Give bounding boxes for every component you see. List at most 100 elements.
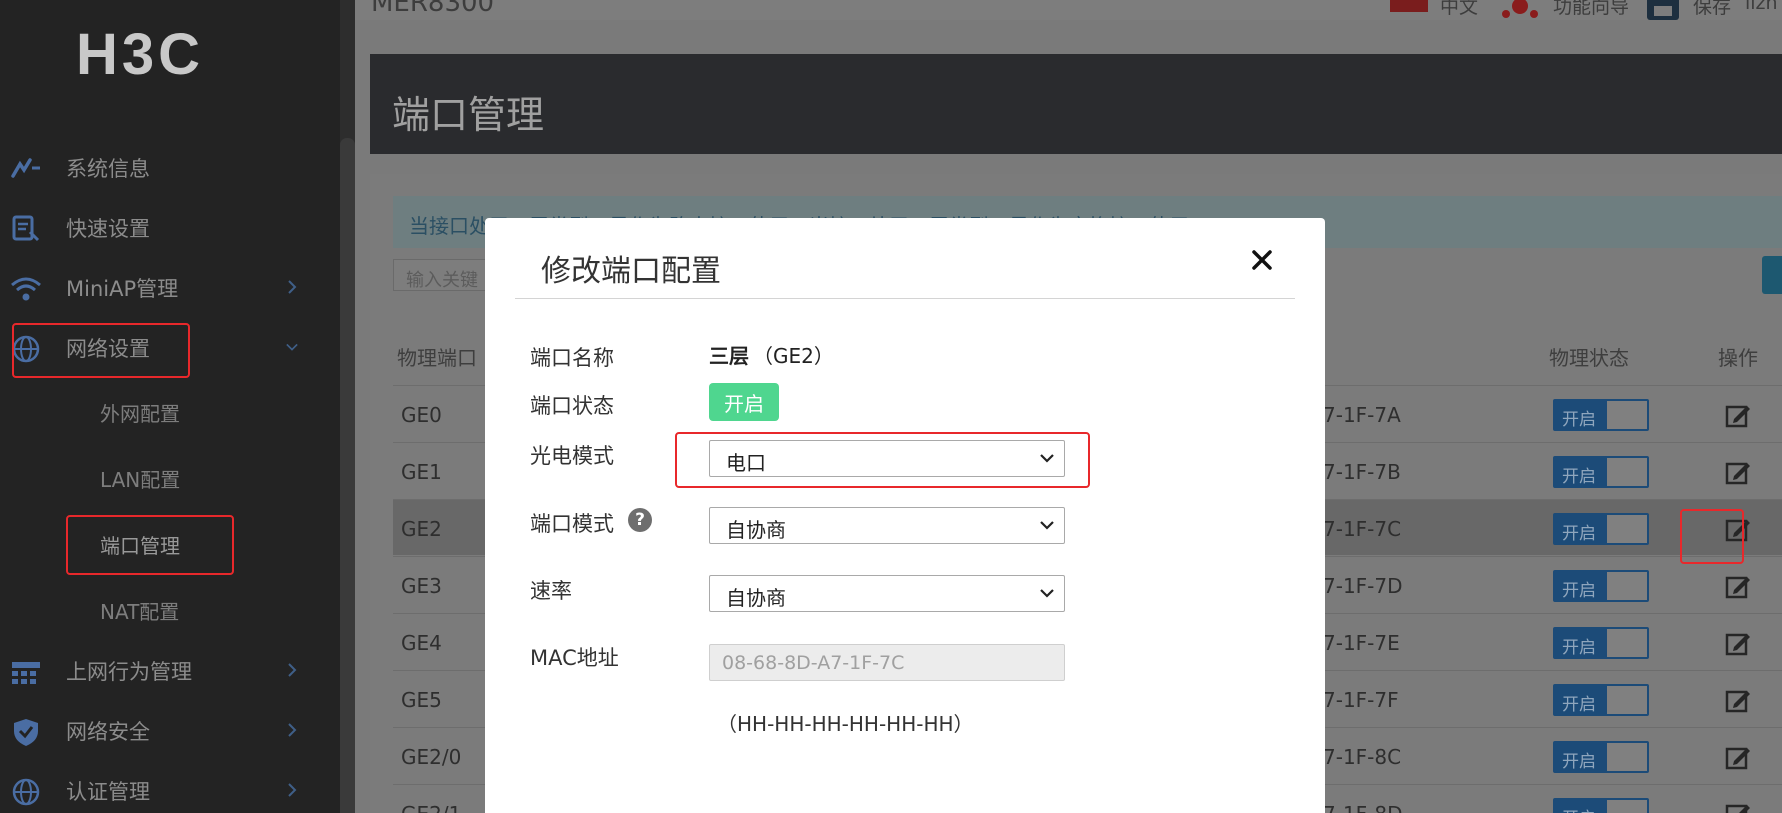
port-cell: GE1: [401, 460, 442, 484]
toggle-label: 开启: [1562, 752, 1596, 772]
sidebar-item-label: MiniAP管理: [66, 277, 179, 301]
page-header: 端口管理: [370, 54, 1782, 154]
edit-icon[interactable]: [1725, 630, 1751, 656]
close-icon[interactable]: [1246, 244, 1278, 276]
port-cell: GE2: [401, 517, 442, 541]
sidebar-subitem-lan[interactable]: LAN配置: [100, 464, 180, 493]
sidebar-item-label: 快速设置: [66, 217, 150, 241]
sidebar-item-label: 网络安全: [66, 720, 150, 744]
toolbar-button[interactable]: [1762, 256, 1782, 294]
behavior-icon: [12, 662, 40, 684]
highlight-box: [675, 432, 1090, 488]
mac-input[interactable]: 08-68-8D-A7-1F-7C: [709, 644, 1065, 681]
port-toggle[interactable]: 开启: [1553, 399, 1649, 431]
mac-cell: 7-1F-8D: [1323, 802, 1403, 813]
sidebar-item-behavior[interactable]: 上网行为管理: [0, 645, 340, 697]
port-name-label: 端口名称: [530, 346, 614, 370]
save-button[interactable]: 保存: [1693, 0, 1731, 19]
port-toggle[interactable]: 开启: [1553, 741, 1649, 773]
port-cell: GE3: [401, 574, 442, 598]
mac-cell: 7-1F-7C: [1323, 517, 1402, 541]
port-cell: GE5: [401, 688, 442, 712]
highlight-box: [1680, 509, 1744, 564]
highlight-box: [12, 323, 190, 378]
sidebar-scrollbar[interactable]: [340, 138, 355, 813]
edit-icon[interactable]: [1725, 402, 1751, 428]
edit-icon[interactable]: [1725, 744, 1751, 770]
wizard-icon[interactable]: [1500, 0, 1540, 20]
mac-cell: 7-1F-7A: [1323, 403, 1401, 427]
speed-select[interactable]: 自协商: [709, 575, 1065, 612]
sidebar-subitem-wan[interactable]: 外网配置: [100, 398, 180, 427]
mac-cell: 7-1F-7D: [1323, 574, 1403, 598]
edit-icon[interactable]: [1725, 573, 1751, 599]
language-switch[interactable]: 中文: [1440, 0, 1478, 19]
flag-icon[interactable]: [1390, 0, 1428, 12]
h3c-logo: H3C: [76, 22, 200, 82]
sidebar-item-system-info[interactable]: 系统信息: [0, 142, 340, 194]
speed-value: 自协商: [726, 586, 786, 610]
port-toggle[interactable]: 开启: [1553, 798, 1649, 813]
wizard-link[interactable]: 功能向导: [1553, 0, 1629, 19]
help-icon[interactable]: ?: [628, 508, 652, 532]
top-bar: MER8300 中文 功能向导 保存 lizh: [355, 0, 1782, 20]
toggle-label: 开启: [1562, 804, 1596, 813]
port-cell: GE0: [401, 403, 442, 427]
highlight-box: [66, 515, 234, 575]
sidebar-item-miniap[interactable]: MiniAP管理: [0, 262, 340, 314]
port-toggle[interactable]: 开启: [1553, 456, 1649, 488]
toggle-label: 开启: [1562, 638, 1596, 658]
column-header-status: 物理状态: [1549, 346, 1629, 370]
dialog-divider: [515, 298, 1295, 299]
sidebar-item-security[interactable]: 网络安全: [0, 705, 340, 757]
mac-label: MAC地址: [530, 646, 619, 670]
mac-cell: 7-1F-7E: [1323, 631, 1400, 655]
port-mode-label: 端口模式: [530, 512, 614, 536]
wifi-icon: [11, 277, 41, 301]
mac-format-hint: （HH-HH-HH-HH-HH-HH）: [717, 712, 974, 736]
edit-icon[interactable]: [1725, 687, 1751, 713]
mac-cell: 7-1F-8C: [1323, 745, 1402, 769]
chevron-down-icon: [286, 343, 298, 351]
column-header-action: 操作: [1718, 346, 1758, 370]
port-status-label: 端口状态: [530, 394, 614, 418]
sidebar-item-label: 系统信息: [66, 157, 150, 181]
sidebar-item-quick-setup[interactable]: 快速设置: [0, 202, 340, 254]
port-mode-value: 自协商: [726, 518, 786, 542]
port-mode-select[interactable]: 自协商: [709, 507, 1065, 544]
sidebar-item-auth[interactable]: 认证管理: [0, 765, 340, 813]
sidebar-subitem-nat[interactable]: NAT配置: [100, 596, 179, 625]
search-placeholder: 输入关键: [406, 270, 478, 291]
column-header-port: 物理端口: [397, 346, 477, 370]
toggle-label: 开启: [1562, 581, 1596, 601]
speed-label: 速率: [530, 579, 572, 603]
port-toggle[interactable]: 开启: [1553, 570, 1649, 602]
toggle-label: 开启: [1562, 524, 1596, 544]
sidebar-item-label: 认证管理: [66, 780, 150, 804]
sidebar: H3C 系统信息 快速设置 MiniAP管理 网络设置 外网配置 LAN配置 端…: [0, 0, 355, 813]
mac-value: 08-68-8D-A7-1F-7C: [722, 652, 905, 674]
port-cell: GE4: [401, 631, 442, 655]
shield-icon: [14, 719, 38, 746]
edit-port-dialog: 修改端口配置 端口名称 三层 （GE2） 端口状态 开启 光电模式 电口 端口模…: [485, 218, 1325, 813]
mac-cell: 7-1F-7B: [1323, 460, 1401, 484]
port-toggle[interactable]: 开启: [1553, 627, 1649, 659]
port-toggle[interactable]: 开启: [1553, 513, 1649, 545]
toggle-label: 开启: [1562, 410, 1596, 430]
mac-cell: 7-1F-7F: [1323, 688, 1399, 712]
toggle-label: 开启: [1562, 467, 1596, 487]
edit-icon[interactable]: [1725, 459, 1751, 485]
port-cell: GE2/0: [401, 745, 462, 769]
toggle-label: 开启: [1562, 695, 1596, 715]
edit-icon[interactable]: [1725, 801, 1751, 813]
port-name-id: （GE2）: [753, 344, 834, 368]
auth-globe-icon: [12, 778, 40, 806]
user-name[interactable]: lizh: [1745, 0, 1778, 14]
chevron-right-icon: [288, 783, 297, 797]
sidebar-item-label: 上网行为管理: [66, 660, 192, 684]
port-toggle[interactable]: 开启: [1553, 684, 1649, 716]
save-icon[interactable]: [1645, 0, 1681, 20]
port-name-type: 三层: [709, 344, 749, 368]
quick-setup-icon: [12, 215, 40, 242]
chevron-right-icon: [288, 663, 297, 677]
